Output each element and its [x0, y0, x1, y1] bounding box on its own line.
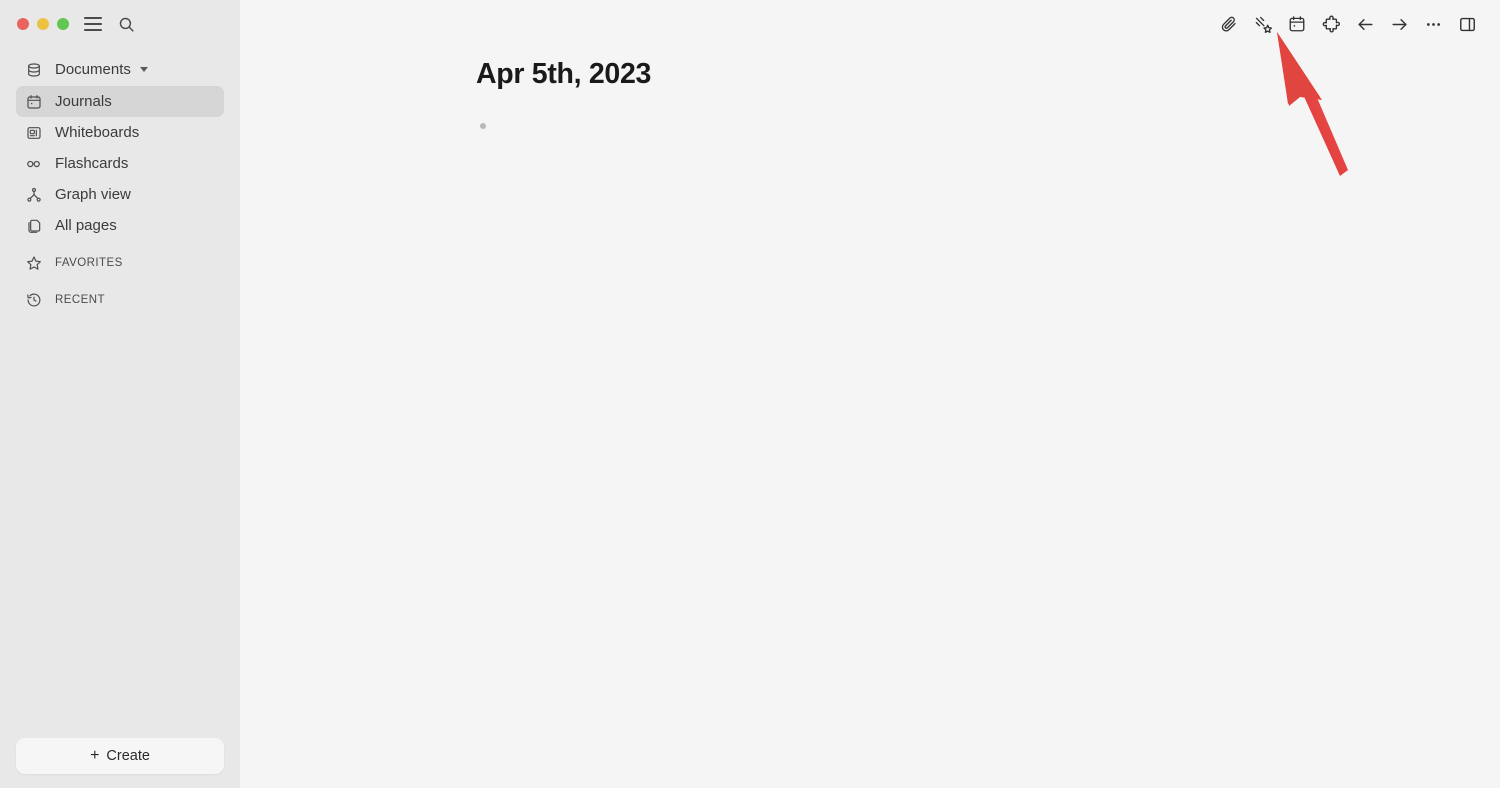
left-sidebar: Documents Journals Whiteboards Flashcard… — [0, 0, 240, 788]
graph-icon — [25, 186, 42, 203]
sidebar-nav: Documents Journals Whiteboards Flashcard… — [0, 54, 240, 315]
sidebar-item-label: Documents — [55, 61, 131, 78]
create-button-label: Create — [106, 748, 150, 764]
arrow-left-icon[interactable] — [1348, 8, 1382, 40]
paperclip-icon[interactable] — [1212, 8, 1246, 40]
create-button-container: + Create — [0, 738, 240, 788]
sidebar-item-whiteboards[interactable]: Whiteboards — [16, 117, 224, 148]
page-title[interactable]: Apr 5th, 2023 — [476, 58, 1176, 91]
whiteboard-icon — [25, 124, 42, 141]
ellipsis-icon[interactable] — [1416, 8, 1450, 40]
calendar-icon — [25, 93, 42, 110]
sidebar-item-flashcards[interactable]: Flashcards — [16, 148, 224, 179]
sidebar-section-label: RECENT — [55, 294, 105, 306]
sidebar-item-documents[interactable]: Documents — [16, 54, 224, 85]
arrow-right-icon[interactable] — [1382, 8, 1416, 40]
block-bullet-icon[interactable] — [480, 122, 486, 129]
sidebar-item-label: All pages — [55, 217, 117, 234]
journal-block[interactable] — [476, 117, 1176, 135]
sidebar-item-label: Flashcards — [55, 155, 129, 172]
app-window: Documents Journals Whiteboards Flashcard… — [0, 0, 1500, 788]
create-button[interactable]: + Create — [16, 738, 224, 774]
sidebar-section-favorites[interactable]: FAVORITES — [16, 248, 224, 278]
sidebar-item-journals[interactable]: Journals — [16, 86, 224, 117]
sidebar-section-label: FAVORITES — [55, 257, 123, 269]
flashcards-icon — [25, 155, 42, 172]
top-toolbar — [1212, 0, 1500, 48]
calendar-icon[interactable] — [1280, 8, 1314, 40]
maximize-window-button[interactable] — [57, 18, 69, 30]
sidebar-item-label: Whiteboards — [55, 124, 140, 141]
database-icon — [25, 61, 42, 78]
sidebar-section-recent[interactable]: RECENT — [16, 285, 224, 315]
sidebar-item-graph-view[interactable]: Graph view — [16, 179, 224, 210]
search-icon[interactable] — [116, 14, 136, 34]
sidebar-item-label: Graph view — [55, 186, 131, 203]
hamburger-icon[interactable] — [84, 17, 102, 31]
star-icon — [25, 255, 42, 272]
sidebar-item-label: Journals — [55, 93, 112, 110]
puzzle-icon[interactable] — [1314, 8, 1348, 40]
chevron-down-icon[interactable] — [139, 67, 148, 72]
flashcard-star-icon[interactable] — [1246, 8, 1280, 40]
window-controls — [0, 0, 240, 48]
journal-page: Apr 5th, 2023 — [476, 58, 1176, 135]
main-content: Apr 5th, 2023 — [240, 0, 1500, 788]
pages-icon — [25, 217, 42, 234]
sidebar-item-all-pages[interactable]: All pages — [16, 210, 224, 241]
right-sidebar-icon[interactable] — [1450, 8, 1484, 40]
close-window-button[interactable] — [17, 18, 29, 30]
clock-icon — [25, 292, 42, 309]
minimize-window-button[interactable] — [37, 18, 49, 30]
plus-icon: + — [90, 747, 100, 764]
